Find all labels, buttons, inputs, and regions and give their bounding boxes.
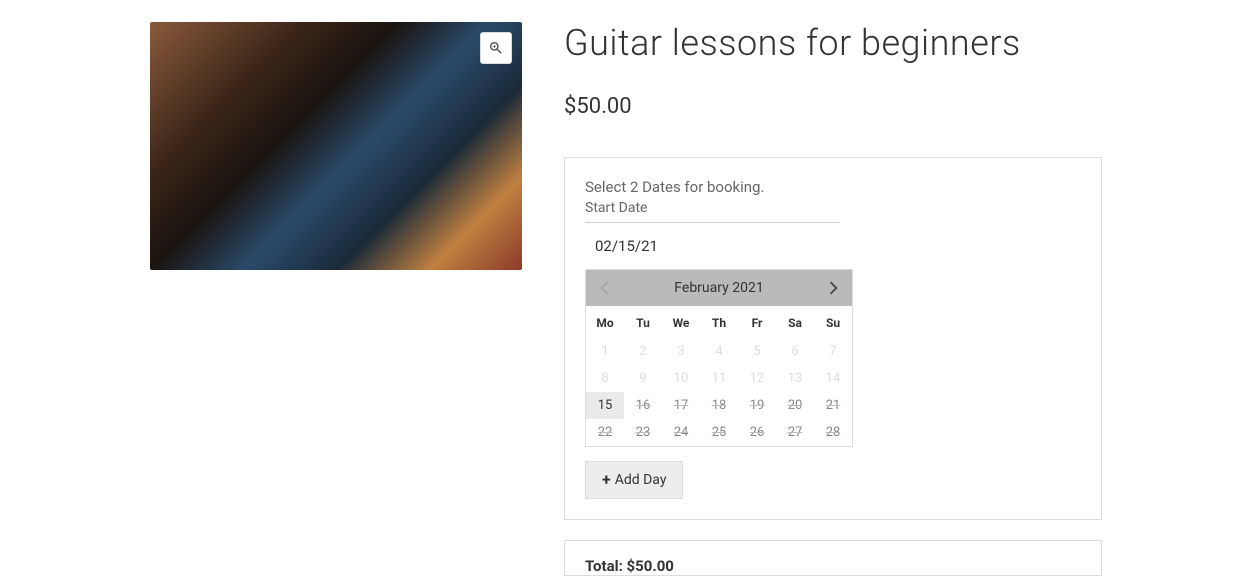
calendar-day[interactable]: 16 xyxy=(624,392,662,419)
calendar-day[interactable]: 28 xyxy=(814,419,852,446)
calendar-day: 8 xyxy=(586,365,624,392)
calendar-day[interactable]: 15 xyxy=(586,392,624,419)
calendar-day: 5 xyxy=(738,338,776,365)
calendar-day[interactable]: 18 xyxy=(700,392,738,419)
product-title: Guitar lessons for beginners xyxy=(564,22,1102,64)
calendar-header: February 2021 xyxy=(586,270,852,306)
start-date-label: Start Date xyxy=(585,200,840,223)
calendar-day: 4 xyxy=(700,338,738,365)
add-day-button[interactable]: + Add Day xyxy=(585,461,683,499)
calendar-next-button[interactable] xyxy=(824,277,844,299)
total-value: $50.00 xyxy=(627,557,674,575)
calendar-day: 9 xyxy=(624,365,662,392)
zoom-icon[interactable] xyxy=(480,32,512,64)
calendar-day: 2 xyxy=(624,338,662,365)
calendar-day[interactable]: 19 xyxy=(738,392,776,419)
product-price: $50.00 xyxy=(564,94,1102,119)
calendar-day[interactable]: 23 xyxy=(624,419,662,446)
calendar-day: 11 xyxy=(700,365,738,392)
calendar-day: 1 xyxy=(586,338,624,365)
calendar-day[interactable]: 22 xyxy=(586,419,624,446)
calendar-day[interactable]: 24 xyxy=(662,419,700,446)
product-image[interactable] xyxy=(150,22,522,270)
calendar-day[interactable]: 26 xyxy=(738,419,776,446)
calendar-day[interactable]: 17 xyxy=(662,392,700,419)
calendar: February 2021 MoTuWeThFrSaSu 12345678910… xyxy=(585,269,853,447)
total-box: Total: $50.00 xyxy=(564,540,1102,576)
calendar-day[interactable]: 20 xyxy=(776,392,814,419)
calendar-day: 10 xyxy=(662,365,700,392)
add-day-label: Add Day xyxy=(615,472,667,488)
calendar-day-header: Sa xyxy=(776,306,814,338)
calendar-day: 6 xyxy=(776,338,814,365)
calendar-day-header: Tu xyxy=(624,306,662,338)
calendar-day: 13 xyxy=(776,365,814,392)
calendar-day-header: Fr xyxy=(738,306,776,338)
calendar-day-header: Mo xyxy=(586,306,624,338)
calendar-day-header: Su xyxy=(814,306,852,338)
plus-icon: + xyxy=(602,472,611,488)
calendar-day-headers: MoTuWeThFrSaSu xyxy=(586,306,852,338)
calendar-day[interactable]: 27 xyxy=(776,419,814,446)
calendar-day: 12 xyxy=(738,365,776,392)
calendar-prev-button[interactable] xyxy=(594,277,614,299)
calendar-day[interactable]: 25 xyxy=(700,419,738,446)
start-date-input[interactable] xyxy=(585,223,840,269)
calendar-month-label: February 2021 xyxy=(674,280,763,296)
calendar-day: 7 xyxy=(814,338,852,365)
calendar-day-header: We xyxy=(662,306,700,338)
calendar-day[interactable]: 21 xyxy=(814,392,852,419)
booking-prompt: Select 2 Dates for booking. xyxy=(585,178,1081,196)
booking-box: Select 2 Dates for booking. Start Date F… xyxy=(564,157,1102,520)
calendar-day: 3 xyxy=(662,338,700,365)
calendar-day-header: Th xyxy=(700,306,738,338)
calendar-day: 14 xyxy=(814,365,852,392)
total-label: Total: xyxy=(585,557,623,575)
